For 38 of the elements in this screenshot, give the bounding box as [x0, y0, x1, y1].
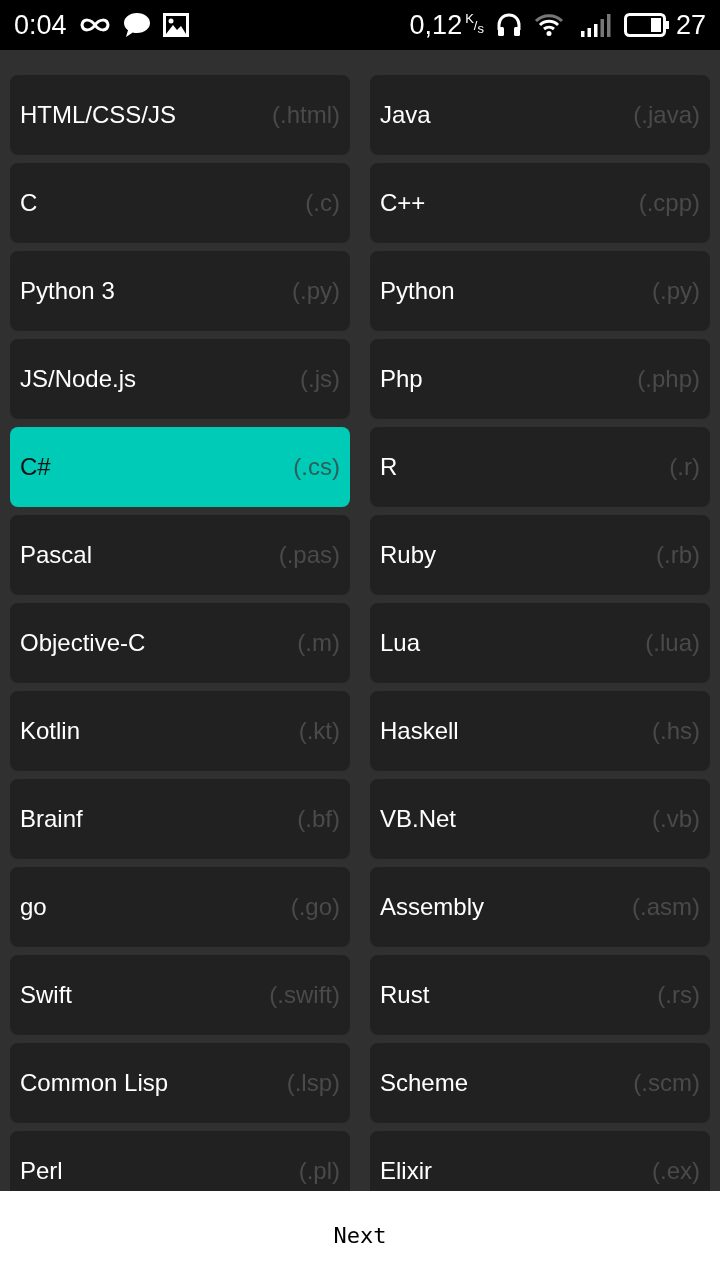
headphones-icon	[495, 13, 522, 37]
language-name: Java	[380, 101, 431, 129]
language-name: C++	[380, 189, 426, 217]
battery-icon	[623, 13, 670, 37]
language-name: Common Lisp	[20, 1069, 169, 1097]
language-name: Perl	[20, 1157, 63, 1185]
language-name: Objective-C	[20, 629, 146, 657]
image-icon	[162, 13, 189, 37]
language-name: Php	[380, 365, 423, 393]
language-name: Lua	[380, 629, 421, 657]
file-extension: (.cs)	[293, 453, 340, 481]
network-speed: 0,12	[409, 11, 463, 39]
status-time: 0:04	[14, 11, 67, 39]
language-name: Haskell	[380, 717, 459, 745]
language-name: Kotlin	[20, 717, 81, 745]
language-name: Scheme	[380, 1069, 469, 1097]
infinity-icon	[78, 16, 111, 34]
language-name: JS/Node.js	[20, 365, 137, 393]
signal-icon	[579, 13, 612, 37]
language-name: R	[380, 453, 398, 481]
language-name: Ruby	[380, 541, 437, 569]
language-name: Rust	[380, 981, 430, 1009]
language-name: Pascal	[20, 541, 93, 569]
language-name: Elixir	[380, 1157, 432, 1185]
language-name: Python 3	[20, 277, 115, 305]
battery-percentage: 27	[675, 11, 706, 39]
language-name: VB.Net	[380, 805, 457, 833]
language-name: Assembly	[380, 893, 485, 921]
language-name: HTML/CSS/JS	[20, 101, 177, 129]
language-name: Python	[380, 277, 455, 305]
language-name: Brainf	[20, 805, 83, 833]
language-name: Swift	[20, 981, 72, 1009]
wifi-icon	[533, 13, 564, 37]
language-name: C#	[20, 453, 51, 481]
language-name: C	[20, 189, 38, 217]
chat-bubble-icon	[122, 12, 151, 38]
language-option[interactable]: C# (.cs)	[10, 427, 350, 507]
language-name: go	[20, 893, 47, 921]
